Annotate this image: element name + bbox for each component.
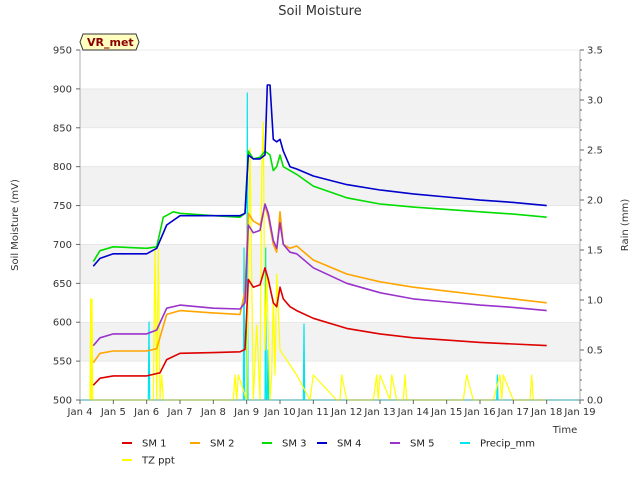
- x-tick-label: Jan 7: [167, 407, 193, 418]
- legend-label: SM 2: [210, 439, 235, 450]
- legend-label: TZ ppt: [141, 456, 175, 467]
- badge-text: VR_met: [87, 36, 134, 49]
- y-axis-label: Soil Moisture (mV): [10, 179, 21, 271]
- x-tick-label: Jan 6: [133, 407, 159, 418]
- y2-tick-label: 2.5: [587, 146, 603, 157]
- y2-tick-label: 3.0: [587, 96, 603, 107]
- y-tick-label: 950: [53, 46, 72, 57]
- y2-tick-label: 1.5: [587, 246, 603, 257]
- x-tick-label: Jan 9: [233, 407, 259, 418]
- x-tick-label: Jan 15: [430, 407, 462, 418]
- y-tick-label: 750: [53, 201, 72, 212]
- x-tick-label: Jan 12: [330, 407, 362, 418]
- y-tick-label: 700: [53, 240, 72, 251]
- x-tick-label: Jan 18: [530, 407, 562, 418]
- y2-axis-label: Rain (mm): [620, 199, 631, 252]
- station-badge: VR_met: [79, 33, 140, 51]
- y2-tick-label: 1.0: [587, 296, 603, 307]
- x-tick-label: Jan 19: [563, 407, 595, 418]
- chart-title: Soil Moisture: [278, 4, 362, 19]
- x-axis-label: Time: [552, 425, 577, 436]
- grid-band: [80, 166, 580, 206]
- x-tick-label: Jan 10: [263, 407, 295, 418]
- y-tick-label: 500: [53, 396, 72, 407]
- legend-label: SM 1: [142, 439, 167, 450]
- x-tick-label: Jan 13: [363, 407, 395, 418]
- y-tick-label: 900: [53, 84, 72, 95]
- grid-band: [80, 322, 580, 362]
- soil-moisture-chart: Jan 4 Jan 5 Jan 6 Jan 7 Jan 8 Jan 9 Jan 10 Jan …: [0, 0, 640, 480]
- y-tick-label: 550: [53, 357, 72, 368]
- y-tick-label: 600: [53, 318, 72, 329]
- y-tick-label: 800: [53, 162, 72, 173]
- y2-tick-label: 2.0: [587, 196, 603, 207]
- y2-tick-label: 0.0: [587, 396, 603, 407]
- x-tick-label: Jan 8: [200, 407, 226, 418]
- x-tick-label: Jan 5: [100, 407, 126, 418]
- y2-tick-label: 0.5: [587, 346, 603, 357]
- x-tick-label: Jan 16: [463, 407, 495, 418]
- legend-label: SM 3: [282, 439, 307, 450]
- y2-tick-label: 3.5: [587, 46, 603, 57]
- legend-label: SM 5: [410, 439, 435, 450]
- x-tick-label: Jan 17: [497, 407, 529, 418]
- grid-band: [80, 88, 580, 128]
- y-tick-label: 650: [53, 279, 72, 290]
- x-tick-label: Jan 4: [67, 407, 93, 418]
- x-tick-label: Jan 11: [297, 407, 329, 418]
- y-tick-label: 850: [53, 123, 72, 134]
- legend-label: Precip_mm: [480, 439, 535, 450]
- x-tick-label: Jan 14: [397, 407, 429, 418]
- legend-label: SM 4: [337, 439, 362, 450]
